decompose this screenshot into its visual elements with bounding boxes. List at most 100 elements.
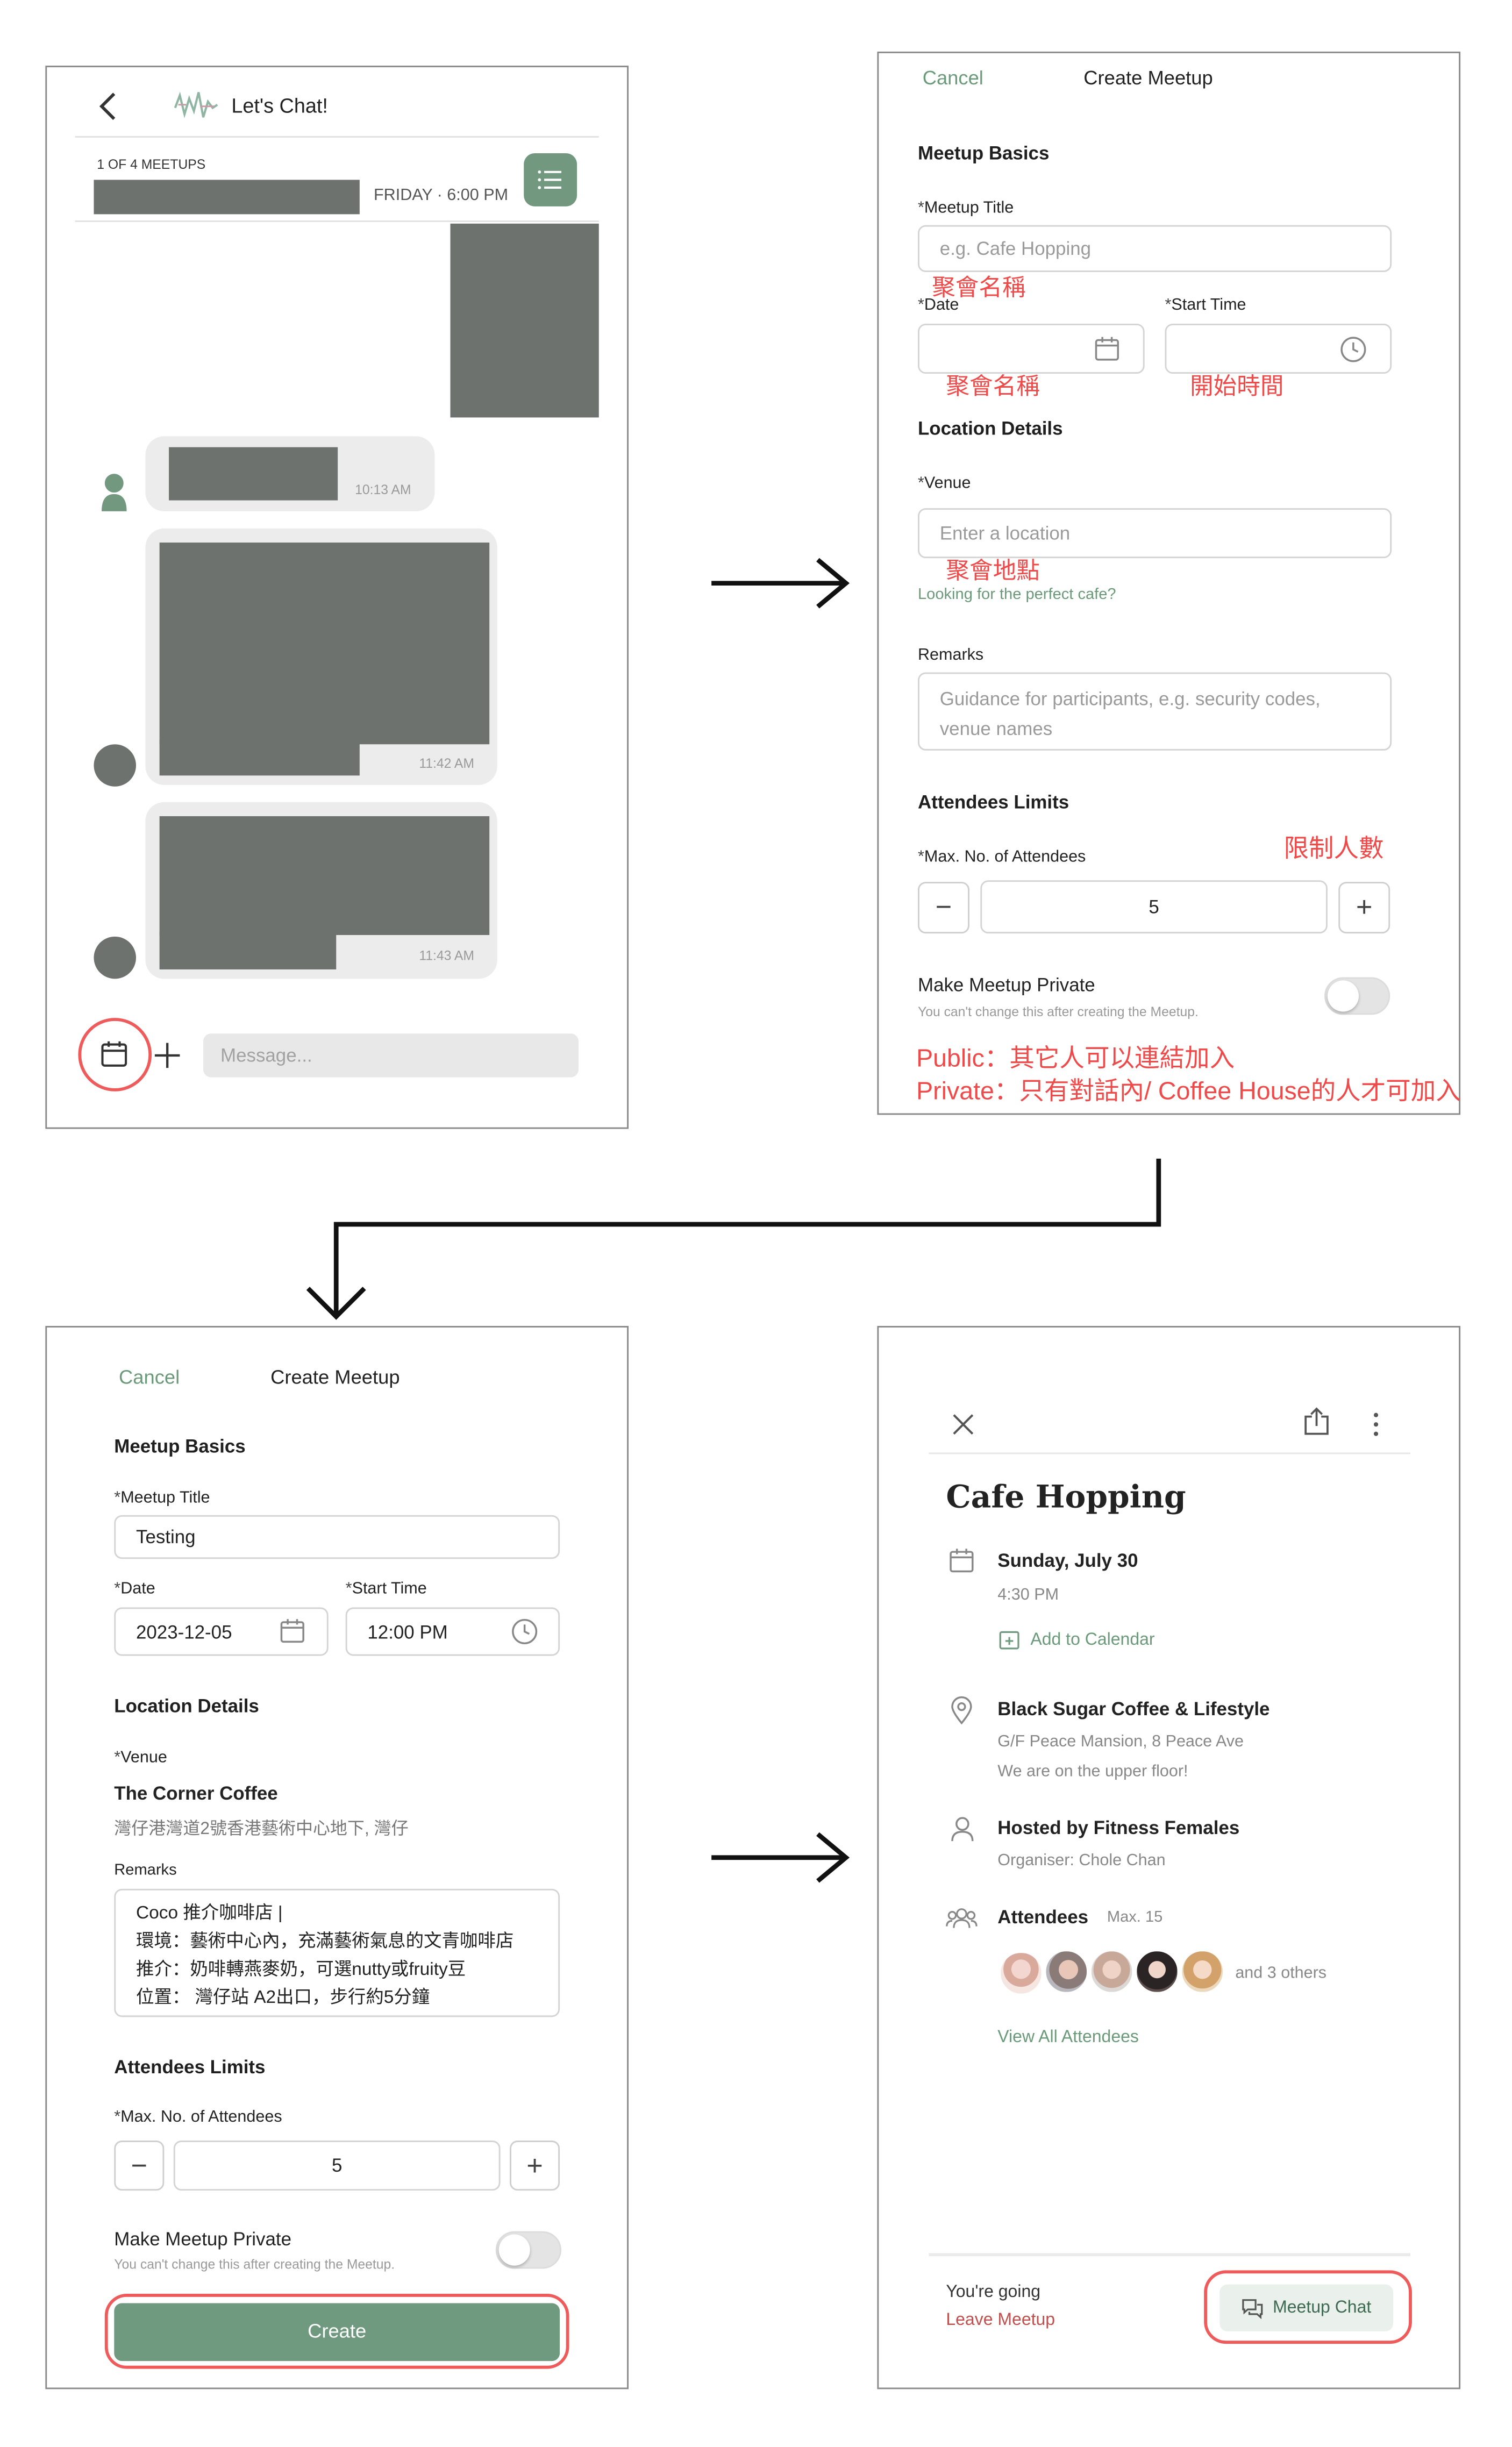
more-options-icon[interactable] [1371, 1412, 1380, 1445]
find-cafe-link[interactable]: Looking for the perfect cafe? [918, 587, 1116, 604]
venue-name[interactable]: The Corner Coffee [114, 1782, 277, 1804]
private-toggle[interactable] [1324, 977, 1390, 1015]
decrement-button[interactable]: − [917, 882, 969, 934]
max-attendees-label: *Max. No. of Attendees [917, 847, 1086, 867]
attendee-avatar [1088, 1948, 1136, 1995]
private-toggle[interactable] [495, 2231, 561, 2269]
venue-label: *Venue [917, 474, 971, 493]
time-annotation: 開始時間 [1189, 374, 1284, 401]
private-label: Make Meetup Private [114, 2228, 292, 2250]
group-logo-icon [172, 89, 219, 129]
public-annotation: Public：其它人可以連結加入 [916, 1046, 1235, 1073]
message-time: 10:13 AM [355, 481, 411, 497]
clock-icon [1340, 336, 1366, 370]
header-divider [75, 135, 599, 138]
date-label: *Date [917, 295, 959, 315]
remarks-line: 位置： 灣仔站 A2出口，步行約5分鐘 [135, 1988, 430, 2008]
attendees-icon [946, 1908, 978, 1937]
venue-note: We are on the upper floor! [997, 1762, 1188, 1781]
avatar [94, 936, 136, 979]
page-title: Create Meetup [270, 1366, 400, 1389]
create-meetup-screen: Cancel Create Meetup Meetup Basics *Meet… [877, 51, 1461, 1115]
chat-title: Let's Chat! [231, 94, 328, 118]
host-name: Hosted by Fitness Females [997, 1817, 1240, 1839]
venue-address: G/F Peace Mansion, 8 Peace Ave [997, 1732, 1244, 1751]
max-attendees-input[interactable]: 5 [980, 880, 1328, 934]
meetup-detail-screen: Cafe Hopping Sunday, July 30 4:30 PM Add… [877, 1325, 1461, 2389]
date-label: *Date [114, 1579, 155, 1598]
attendees-max: Max. 15 [1107, 1909, 1163, 1927]
clock-icon [511, 1618, 538, 1653]
calendar-icon [280, 1618, 305, 1651]
remarks-input[interactable]: Coco 推介咖啡店 | 環境：藝術中心內，充滿藝術氣息的文青咖啡店 推介：奶啡… [114, 1888, 560, 2017]
meetup-name-redacted [94, 180, 360, 215]
create-button[interactable]: Create [114, 2303, 560, 2362]
meetup-title-label: *Meetup Title [114, 1488, 210, 1508]
attendees-limits-heading: Attendees Limits [114, 2056, 266, 2078]
arrow-right-icon [711, 555, 852, 619]
increment-button[interactable]: + [1338, 882, 1390, 934]
meetups-count: 1 OF 4 MEETUPS [97, 156, 206, 172]
venue-input[interactable]: Enter a location [917, 508, 1392, 559]
remarks-line: 推介：奶啡轉燕麥奶，可選nutty或fruity豆 [135, 1960, 466, 1980]
cancel-button[interactable]: Cancel [923, 67, 983, 89]
remarks-placeholder-line: Guidance for participants, e.g. security… [939, 688, 1321, 710]
message-time: 11:43 AM [419, 947, 474, 964]
meetup-chat-label: Meetup Chat [1273, 2298, 1372, 2317]
calendar-icon[interactable] [100, 1040, 128, 1076]
message-input[interactable]: Message... [203, 1033, 579, 1078]
arrow-connector-icon [303, 1158, 1166, 1332]
attendee-avatar [1043, 1948, 1090, 1995]
start-time-label: *Start Time [345, 1579, 427, 1598]
private-label: Make Meetup Private [917, 974, 1095, 996]
message-text-redacted [169, 447, 338, 501]
meetup-chat-button[interactable]: Meetup Chat [1219, 2284, 1394, 2331]
attendee-avatar [1179, 1948, 1226, 1995]
footer-divider [929, 2253, 1411, 2257]
venue-label: *Venue [114, 1748, 167, 1767]
cancel-button[interactable]: Cancel [119, 1367, 180, 1389]
header-divider-2 [75, 220, 599, 222]
view-all-attendees-link[interactable]: View All Attendees [997, 2028, 1139, 2047]
meetup-title: Cafe Hopping [946, 1478, 1186, 1515]
meetup-date: Sunday, July 30 [997, 1549, 1138, 1572]
message-image-redacted [159, 739, 360, 776]
remarks-label: Remarks [114, 1862, 177, 1880]
share-icon[interactable] [1304, 1407, 1329, 1443]
page-title: Create Meetup [1083, 67, 1213, 89]
message-image-redacted [159, 543, 490, 745]
arrow-right-icon [711, 1829, 852, 1893]
user-avatar-icon [97, 470, 131, 522]
date-annotation: 聚會名稱 [946, 374, 1040, 401]
decrement-button[interactable]: − [114, 2141, 165, 2191]
location-details-heading: Location Details [114, 1695, 259, 1717]
chat-bubbles-icon [1242, 2298, 1263, 2318]
max-attendees-label: *Max. No. of Attendees [114, 2107, 282, 2127]
others-count: and 3 others [1235, 1964, 1327, 1983]
calendar-icon [949, 1548, 974, 1581]
remarks-line: Coco 推介咖啡店 | [135, 1904, 283, 1923]
meetup-list-button[interactable] [524, 153, 577, 206]
add-to-calendar-link[interactable]: Add to Calendar [1030, 1631, 1154, 1650]
remarks-label: Remarks [917, 646, 984, 665]
private-note: You can't change this after creating the… [917, 1003, 1199, 1020]
plus-icon[interactable] [153, 1041, 181, 1078]
meetup-title-input[interactable]: e.g. Cafe Hopping [917, 225, 1392, 272]
create-meetup-filled-screen: Cancel Create Meetup Meetup Basics *Meet… [45, 1325, 629, 2389]
attendee-avatar [997, 1950, 1045, 1997]
location-pin-icon [951, 1696, 973, 1732]
meetup-title-input[interactable]: Testing [114, 1515, 560, 1559]
venue-annotation: 聚會地點 [946, 558, 1040, 585]
back-icon[interactable] [98, 92, 117, 129]
tutorial-canvas: Let's Chat! 1 OF 4 MEETUPS FRIDAY · 6:00… [0, 0, 1512, 2447]
attendees-label: Attendees [997, 1906, 1089, 1928]
leave-meetup-link[interactable]: Leave Meetup [946, 2311, 1055, 2330]
close-icon[interactable] [952, 1414, 974, 1443]
increment-button[interactable]: + [510, 2141, 560, 2191]
remarks-input[interactable]: Guidance for participants, e.g. security… [917, 672, 1392, 751]
venue-name[interactable]: Black Sugar Coffee & Lifestyle [997, 1698, 1269, 1720]
max-attendees-input[interactable]: 5 [173, 2141, 501, 2191]
calendar-icon [1095, 336, 1120, 369]
meetup-basics-heading: Meetup Basics [114, 1435, 246, 1458]
attendees-limits-heading: Attendees Limits [917, 791, 1069, 814]
